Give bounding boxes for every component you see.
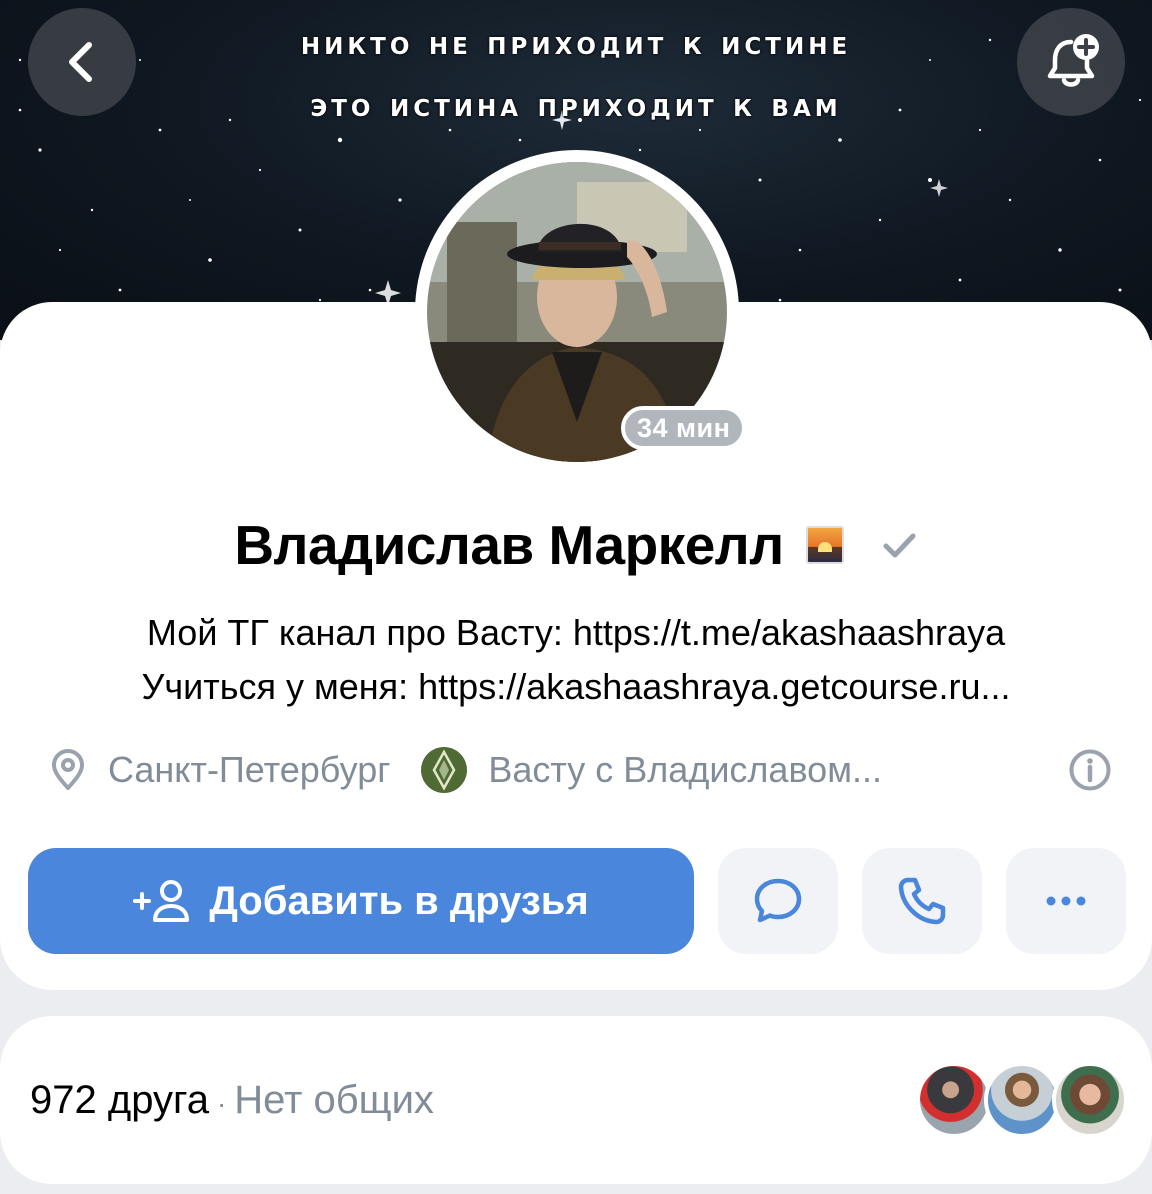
call-button[interactable] bbox=[862, 848, 982, 954]
friend-avatar bbox=[916, 1062, 992, 1138]
group-info[interactable]: Васту с Владиславом... bbox=[390, 746, 882, 794]
checkmark-icon bbox=[883, 533, 916, 558]
friends-count: 972 друга bbox=[30, 1078, 209, 1122]
cover-quote: Никто не приходит к истине это истина пр… bbox=[150, 12, 1002, 136]
more-button[interactable] bbox=[1006, 848, 1126, 954]
message-bubble-icon bbox=[754, 878, 802, 923]
profile-meta-row: Санкт-Петербург Васту с Владиславом... bbox=[48, 742, 1112, 798]
add-friend-label: Добавить в друзья bbox=[209, 878, 589, 923]
friends-separator: · bbox=[216, 1088, 227, 1119]
ellipsis-icon bbox=[1046, 896, 1086, 906]
profile-name-row: Владислав Маркелл bbox=[0, 506, 1152, 584]
city-label: Санкт-Петербург bbox=[108, 749, 391, 790]
friend-avatar bbox=[984, 1062, 1060, 1138]
cover-quote-line-1: Никто не приходит к истине bbox=[300, 23, 852, 62]
phone-icon bbox=[898, 877, 946, 925]
friends-summary: 972 друга · Нет общих bbox=[30, 1072, 434, 1132]
sunset-emoji-icon[interactable] bbox=[805, 526, 844, 564]
friends-card[interactable]: 972 друга · Нет общих bbox=[0, 1016, 1152, 1184]
add-user-icon bbox=[133, 880, 190, 922]
group-logo-icon bbox=[421, 747, 468, 793]
cover-quote-line-2: это истина приходит к вам bbox=[310, 85, 842, 124]
city-info[interactable]: Санкт-Петербург bbox=[48, 749, 390, 791]
group-label: Васту с Владиславом... bbox=[488, 749, 882, 790]
bell-plus-icon bbox=[1047, 34, 1099, 87]
mutual-friends-label: Нет общих bbox=[234, 1078, 434, 1122]
add-friend-button[interactable]: Добавить в друзья bbox=[28, 848, 694, 954]
profile-name: Владислав Маркелл bbox=[234, 514, 784, 576]
subscribe-notifications-button[interactable] bbox=[1017, 8, 1125, 116]
online-status-badge: 34 мин bbox=[621, 406, 747, 450]
location-pin-icon bbox=[52, 749, 84, 790]
profile-actions: Добавить в друзья bbox=[0, 848, 1152, 954]
bio-line-1[interactable]: Мой ТГ канал про Васту: https://t.me/aka… bbox=[40, 606, 1112, 660]
bio-line-2[interactable]: Учиться у меня: https://akashaashraya.ge… bbox=[40, 660, 1112, 714]
back-button[interactable] bbox=[28, 8, 136, 116]
friend-avatar bbox=[1052, 1062, 1128, 1138]
chevron-left-icon bbox=[69, 42, 92, 82]
info-icon[interactable] bbox=[1068, 748, 1112, 792]
message-button[interactable] bbox=[718, 848, 838, 954]
profile-bio: Мой ТГ канал про Васту: https://t.me/aka… bbox=[40, 606, 1112, 714]
